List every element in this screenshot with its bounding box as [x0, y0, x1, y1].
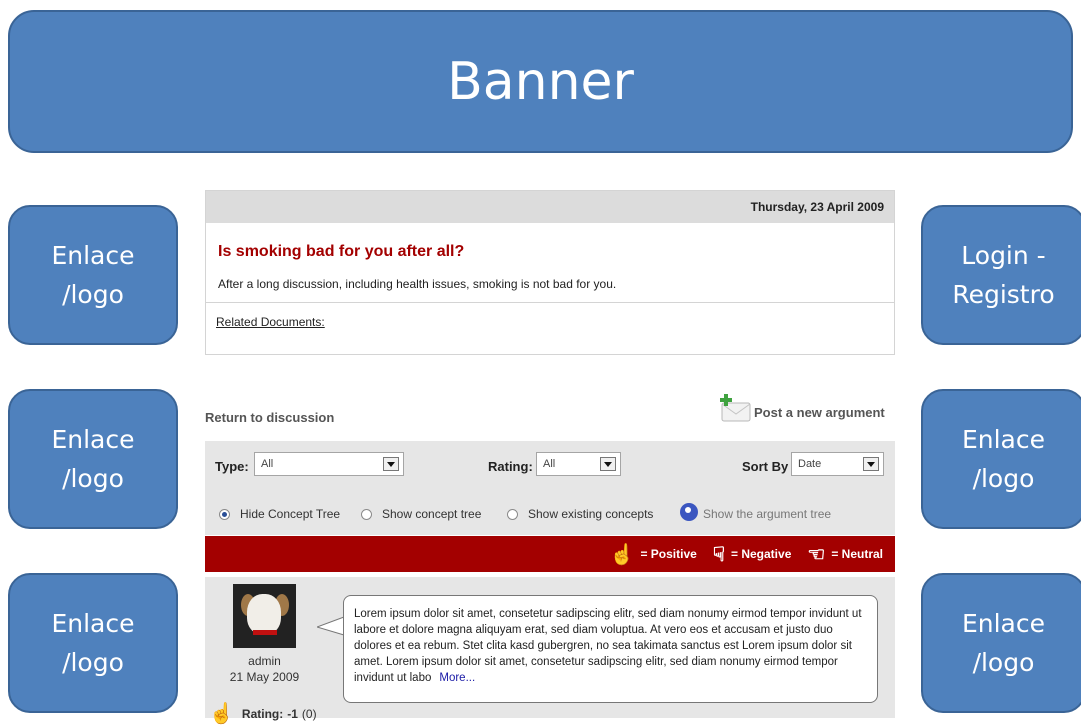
related-documents-link[interactable]: Related Documents: — [216, 315, 325, 329]
left-link-logo-2[interactable]: Enlace /logo — [8, 389, 178, 529]
radio-label: Show concept tree — [382, 507, 482, 521]
filter-panel: Type: All Rating: All Sort By Date Hide … — [205, 441, 895, 535]
chevron-down-icon — [600, 457, 616, 471]
left-link-logo-3[interactable]: Enlace /logo — [8, 573, 178, 713]
argument-tree-label: Show the argument tree — [703, 507, 832, 521]
topic-title: Is smoking bad for you after all? — [218, 243, 465, 260]
pointing-hand-icon: ☜ — [807, 543, 826, 566]
radio-label: Hide Concept Tree — [240, 507, 341, 521]
right-link-logo-1[interactable]: Enlace /logo — [921, 389, 1081, 529]
rating-label: Rating: — [488, 459, 533, 474]
legend-neutral-label: = Neutral — [831, 547, 883, 561]
rating-select[interactable]: All — [536, 452, 621, 476]
rating-count: (0) — [301, 706, 317, 721]
argument-author: admin 21 May 2009 — [217, 653, 312, 685]
rating-value: -1 — [287, 706, 298, 721]
legend-neutral: ☜ = Neutral — [807, 542, 883, 567]
radio-icon — [361, 508, 372, 520]
type-select-value: All — [261, 458, 274, 470]
radio-show-existing-concepts[interactable]: Show existing concepts — [507, 507, 653, 521]
right-link-logo-2[interactable]: Enlace /logo — [921, 573, 1081, 713]
post-new-argument-label: Post a new argument — [754, 405, 885, 420]
thumbs-down-icon: ☟ — [712, 543, 725, 566]
rating-legend-bar: ☝ = Positive ☟ = Negative ☜ = Neutral — [205, 536, 895, 572]
banner: Banner — [8, 10, 1073, 153]
sort-by-select[interactable]: Date — [791, 452, 884, 476]
rating-select-value: All — [543, 458, 556, 470]
thumbs-up-outline-icon[interactable]: ☝ — [209, 701, 234, 726]
sort-by-select-value: Date — [798, 458, 822, 470]
thumbs-up-icon: ☝ — [609, 543, 635, 566]
radio-show-concept-tree[interactable]: Show concept tree — [361, 507, 481, 521]
more-link[interactable]: More... — [439, 672, 475, 684]
argument-text: Lorem ipsum dolor sit amet, consetetur s… — [354, 608, 862, 684]
radio-icon — [507, 508, 518, 520]
radio-hide-concept-tree[interactable]: Hide Concept Tree — [219, 507, 340, 521]
speech-bubble-tail — [317, 615, 345, 637]
chevron-down-icon — [383, 457, 399, 471]
sort-by-label: Sort By — [742, 459, 789, 474]
login-register-box[interactable]: Login - Registro — [921, 205, 1081, 345]
type-label: Type: — [215, 459, 249, 474]
argument-tree-icon — [680, 503, 698, 521]
post-new-argument-button[interactable]: Post a new argument — [718, 393, 885, 423]
chevron-down-icon — [863, 457, 879, 471]
legend-positive: ☝ = Positive — [610, 542, 697, 567]
type-select[interactable]: All — [254, 452, 404, 476]
rating-label: Rating: — [241, 706, 284, 721]
argument-item: admin 21 May 2009 Lorem ipsum dolor sit … — [205, 577, 895, 725]
envelope-add-icon — [718, 393, 752, 423]
left-link-logo-1[interactable]: Enlace /logo — [8, 205, 178, 345]
return-to-discussion-link[interactable]: Return to discussion — [205, 410, 334, 425]
legend-negative-label: = Negative — [731, 547, 792, 561]
topic-divider — [206, 302, 894, 303]
show-argument-tree-link[interactable]: Show the argument tree — [680, 503, 831, 521]
legend-positive-label: = Positive — [640, 547, 697, 561]
radio-label: Show existing concepts — [528, 507, 654, 521]
legend-negative: ☟ = Negative — [713, 542, 792, 567]
argument-rating: ☝ Rating: -1 (0) — [209, 701, 317, 726]
topic-date: Thursday, 23 April 2009 — [206, 191, 894, 223]
argument-date: 21 May 2009 — [229, 670, 300, 684]
topic-panel: Thursday, 23 April 2009 Is smoking bad f… — [205, 190, 895, 355]
radio-selected-icon — [219, 508, 230, 520]
argument-bubble: Lorem ipsum dolor sit amet, consetetur s… — [343, 595, 878, 703]
topic-description: After a long discussion, including healt… — [218, 277, 617, 291]
avatar — [233, 584, 296, 648]
author-name: admin — [248, 654, 281, 668]
